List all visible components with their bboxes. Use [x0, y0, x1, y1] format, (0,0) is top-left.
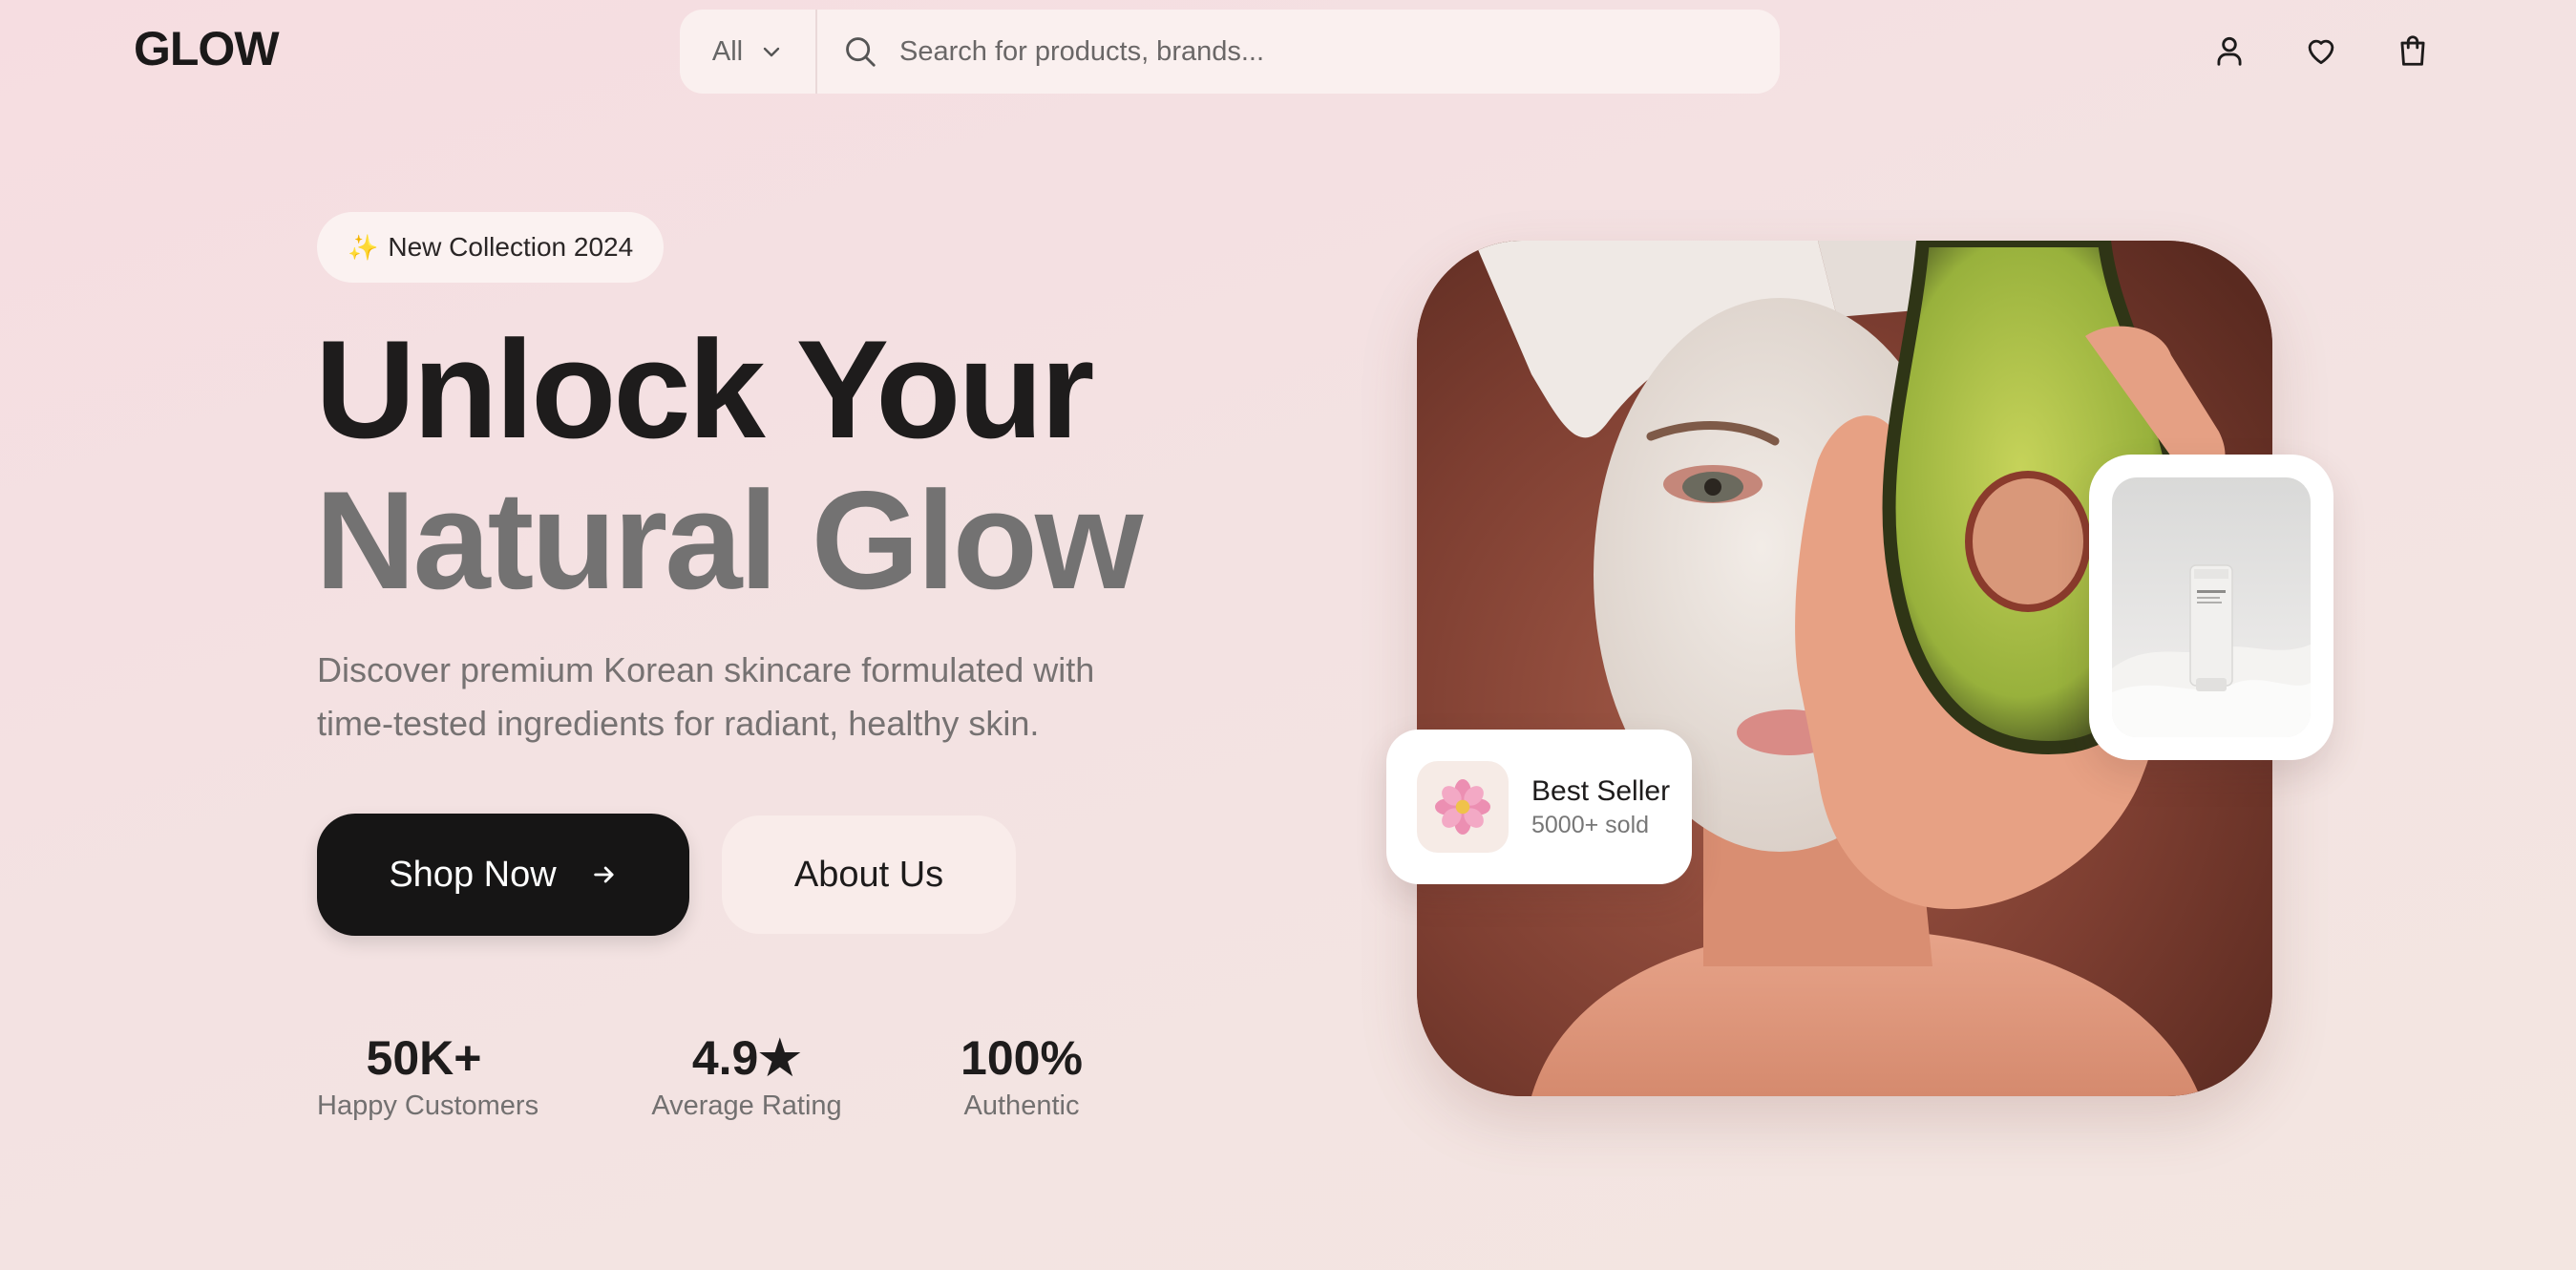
search-field: [817, 33, 1780, 70]
headline-line1: Unlock Your: [315, 311, 1094, 467]
shop-now-label: Shop Now: [389, 854, 557, 895]
stat-label: Authentic: [963, 1090, 1080, 1121]
shopping-bag-icon[interactable]: [2395, 32, 2431, 69]
collection-badge-label: New Collection 2024: [388, 232, 634, 262]
shop-now-button[interactable]: Shop Now: [317, 814, 689, 936]
best-seller-card[interactable]: Best Seller 5000+ sold: [1386, 730, 1692, 884]
chevron-down-icon: [763, 47, 780, 57]
best-seller-text: Best Seller 5000+ sold: [1531, 773, 1670, 840]
category-select[interactable]: All: [680, 10, 817, 94]
product-image: [2112, 477, 2311, 737]
best-seller-thumb: [1417, 761, 1509, 853]
stat-label: Happy Customers: [317, 1090, 539, 1121]
hero-description: Discover premium Korean skincare formula…: [317, 650, 1095, 743]
stat-value: 100%: [961, 1031, 1083, 1085]
flower-icon: [1435, 779, 1490, 835]
headline-line2: Natural Glow: [315, 462, 1143, 618]
best-seller-sub: 5000+ sold: [1531, 812, 1650, 838]
collection-badge: ✨ New Collection 2024: [317, 212, 665, 283]
stat-label: Average Rating: [651, 1090, 842, 1121]
stat-value: 4.9★: [691, 1031, 802, 1085]
category-select-label: All: [711, 35, 744, 67]
best-seller-title: Best Seller: [1531, 775, 1671, 807]
heart-icon[interactable]: [2303, 32, 2339, 69]
about-us-button[interactable]: About Us: [722, 815, 1016, 934]
product-thumbnail-card[interactable]: [2089, 455, 2333, 760]
search-icon: [846, 37, 876, 67]
brand-logo[interactable]: GLOW: [134, 21, 280, 76]
user-icon[interactable]: [2211, 32, 2248, 69]
search-bar: All: [680, 10, 1780, 94]
sparkle-icon: ✨: [348, 232, 379, 262]
about-us-label: About Us: [793, 854, 944, 895]
search-input[interactable]: [899, 35, 1682, 68]
stat-value: 50K+: [366, 1031, 482, 1085]
stat-authentic: 100% Authentic: [959, 1029, 1085, 1122]
arrow-right-icon: [593, 866, 614, 883]
stat-rating: 4.9★ Average Rating: [651, 1029, 842, 1122]
stat-customers: 50K+ Happy Customers: [317, 1029, 539, 1122]
